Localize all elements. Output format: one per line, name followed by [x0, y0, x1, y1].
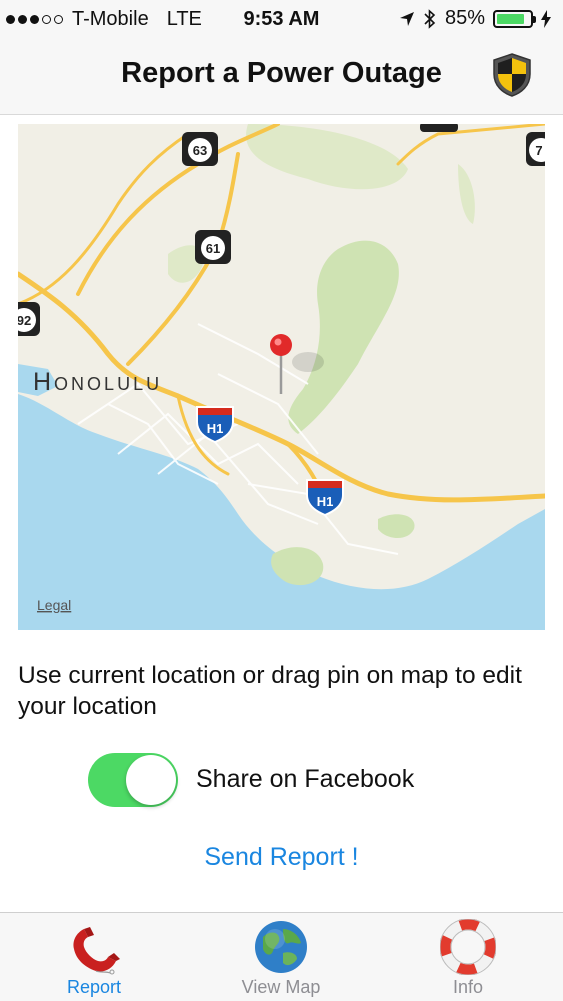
svg-text:H1: H1	[317, 494, 334, 509]
tab-bar: Report View Map Info	[0, 912, 563, 1001]
status-left: T-Mobile LTE	[6, 8, 202, 31]
shield-icon[interactable]	[491, 52, 533, 98]
tab-report[interactable]: Report	[14, 913, 174, 1001]
lifebuoy-icon	[440, 919, 496, 975]
share-facebook-label: Share on Facebook	[196, 765, 415, 793]
tab-report-label: Report	[66, 977, 122, 997]
battery-percent: 85%	[444, 7, 485, 29]
signal-strength-icon	[6, 8, 66, 31]
route-shield-92: 92	[18, 302, 40, 336]
page-title: Report a Power Outage	[121, 57, 442, 89]
network-type: LTE	[166, 8, 202, 30]
toggle-knob	[126, 755, 176, 805]
svg-text:61: 61	[206, 241, 220, 256]
location-instructions: Use current location or drag pin on map …	[18, 662, 522, 720]
svg-text:7: 7	[535, 143, 542, 158]
share-facebook-toggle[interactable]	[88, 753, 178, 807]
phone-icon	[73, 927, 120, 975]
tab-info-label: Info	[452, 977, 484, 997]
globe-icon	[255, 921, 307, 973]
bluetooth-icon	[424, 8, 436, 29]
route-shield-partial	[420, 124, 458, 132]
route-shield-63: 63	[182, 132, 218, 166]
map-view[interactable]: 63 61 92 7 H1 H1 Honolulu Legal	[18, 124, 545, 630]
map-canvas[interactable]: 63 61 92 7 H1 H1 Honolulu Legal	[18, 124, 545, 630]
tab-view-map-label: View Map	[241, 977, 321, 997]
send-report-button[interactable]: Send Report !	[0, 843, 563, 872]
status-right: 85%	[399, 7, 551, 30]
svg-text:63: 63	[193, 143, 207, 158]
battery-icon	[493, 9, 536, 28]
route-shield-7: 7	[526, 132, 545, 166]
map-city-label: Honolulu	[33, 368, 162, 396]
route-shield-61: 61	[195, 230, 231, 264]
status-bar: T-Mobile LTE 9:53 AM 85%	[0, 0, 563, 38]
tab-view-map[interactable]: View Map	[201, 913, 361, 1001]
tab-info[interactable]: Info	[388, 913, 548, 1001]
charging-bolt-icon	[541, 9, 551, 28]
location-arrow-icon	[399, 11, 414, 26]
carrier-name: T-Mobile	[72, 8, 149, 30]
map-legal-link[interactable]: Legal	[37, 597, 71, 613]
navigation-bar: Report a Power Outage	[0, 38, 563, 115]
svg-text:92: 92	[18, 313, 31, 328]
svg-text:H1: H1	[207, 421, 224, 436]
